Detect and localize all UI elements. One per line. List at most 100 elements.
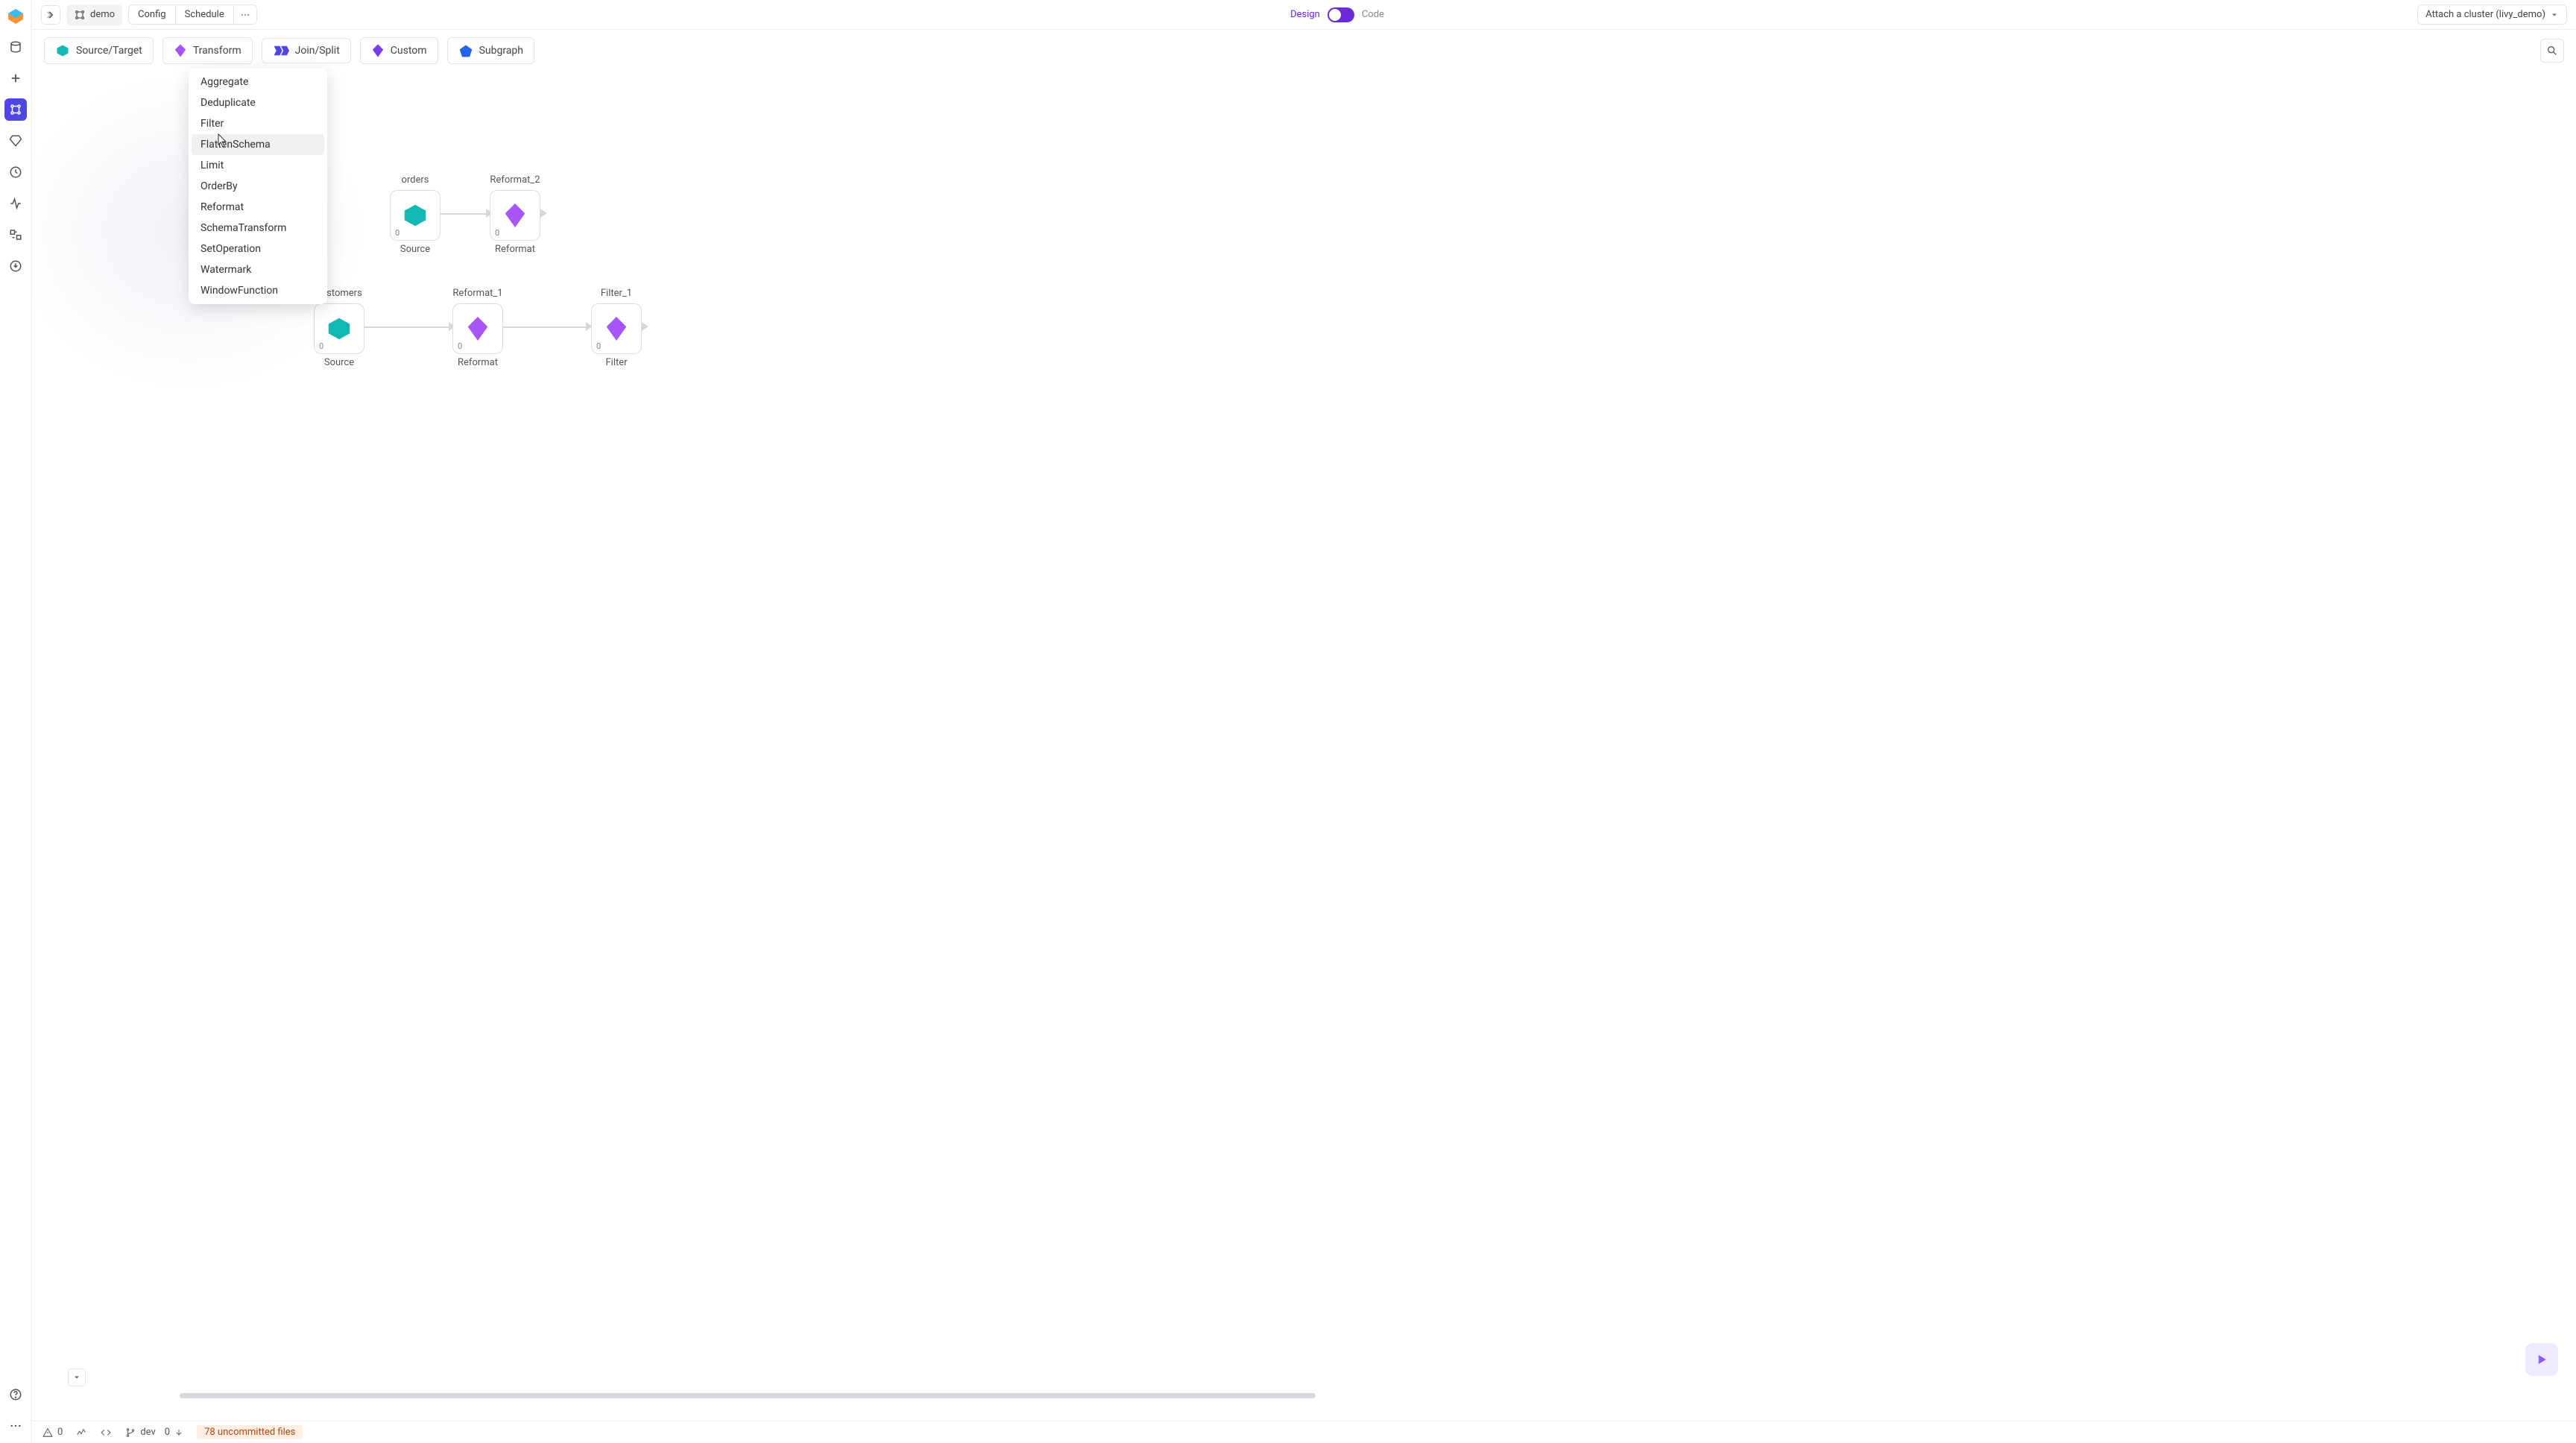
expand-sidebar-button[interactable] bbox=[41, 5, 60, 25]
rail-item-add-icon[interactable] bbox=[4, 67, 27, 89]
run-pipeline-button[interactable] bbox=[2525, 1343, 2558, 1376]
status-branch[interactable]: dev 0 bbox=[125, 1427, 183, 1438]
node-subtitle: Reformat bbox=[495, 244, 535, 255]
transform-menu-item[interactable]: Deduplicate bbox=[192, 92, 324, 113]
behind-count: 0 bbox=[165, 1427, 170, 1438]
sparkline-icon bbox=[76, 1427, 86, 1438]
pipeline-name-label: demo bbox=[90, 9, 115, 20]
transform-menu-item[interactable]: SchemaTransform bbox=[192, 218, 324, 239]
status-code[interactable] bbox=[100, 1427, 112, 1438]
node-count: 0 bbox=[596, 341, 601, 351]
app-logo-icon[interactable] bbox=[5, 6, 26, 27]
transform-menu-item[interactable]: WindowFunction bbox=[192, 280, 324, 301]
status-metrics[interactable] bbox=[76, 1427, 86, 1438]
rail-item-dataset-icon[interactable] bbox=[4, 36, 27, 58]
rail-item-compare-icon[interactable] bbox=[4, 224, 27, 246]
branch-name: dev bbox=[140, 1427, 155, 1438]
canvas-search-button[interactable] bbox=[2540, 39, 2564, 63]
node-subtitle: Reformat bbox=[458, 357, 498, 368]
status-errors[interactable]: 0 bbox=[42, 1427, 63, 1438]
gem-toolbar: Source/Target Transform Join/Split Custo… bbox=[32, 30, 2576, 72]
gem-custom-button[interactable]: Custom bbox=[360, 37, 438, 64]
node-title: Reformat_1 bbox=[452, 288, 502, 299]
tab-more-button[interactable] bbox=[234, 5, 256, 24]
tab-schedule[interactable]: Schedule bbox=[176, 5, 234, 24]
play-icon bbox=[2534, 1352, 2549, 1367]
left-rail bbox=[0, 0, 32, 1443]
scrollbar-thumb[interactable] bbox=[180, 1393, 1316, 1398]
node-subtitle: Source bbox=[400, 244, 430, 255]
tab-config[interactable]: Config bbox=[129, 5, 176, 24]
gem-join-split-button[interactable]: Join/Split bbox=[262, 38, 351, 63]
node-reformat-1[interactable]: Reformat_1 0 Reformat bbox=[452, 288, 503, 368]
node-subtitle: Source bbox=[324, 357, 354, 368]
config-schedule-segmented: Config Schedule bbox=[128, 4, 257, 25]
node-reformat-2[interactable]: Reformat_2 0 Reformat bbox=[490, 174, 540, 255]
attach-cluster-button[interactable]: Attach a cluster (livy_demo) bbox=[2417, 4, 2567, 25]
node-filter-1[interactable]: Filter_1 0 Filter bbox=[591, 288, 642, 368]
hexagon-icon bbox=[55, 43, 70, 58]
rail-item-more-icon[interactable] bbox=[4, 1415, 27, 1437]
rail-item-history-icon[interactable] bbox=[4, 161, 27, 183]
error-count: 0 bbox=[57, 1427, 63, 1438]
pipeline-name-chip[interactable]: demo bbox=[66, 4, 122, 25]
git-branch-icon bbox=[125, 1427, 136, 1438]
warning-icon bbox=[42, 1427, 53, 1438]
gem-subgraph-button[interactable]: Subgraph bbox=[447, 37, 534, 64]
status-bar: 0 dev 0 78 uncommitted files bbox=[32, 1421, 2576, 1443]
transform-menu-item[interactable]: FlattenSchema bbox=[192, 134, 324, 155]
code-icon bbox=[100, 1427, 112, 1438]
node-count: 0 bbox=[319, 341, 323, 351]
diamond-icon bbox=[174, 43, 187, 58]
transform-menu-item[interactable]: OrderBy bbox=[192, 176, 324, 197]
node-title: orders bbox=[401, 174, 429, 186]
chevron-down-icon bbox=[2550, 10, 2559, 19]
attach-cluster-label: Attach a cluster (livy_demo) bbox=[2425, 9, 2545, 20]
search-icon bbox=[2546, 45, 2558, 57]
chevron-down-icon bbox=[72, 1373, 81, 1382]
connector bbox=[503, 326, 590, 328]
gem-custom-label: Custom bbox=[391, 45, 427, 57]
canvas-expand-button[interactable] bbox=[68, 1368, 86, 1386]
transform-menu-item[interactable]: Reformat bbox=[192, 197, 324, 218]
port-arrow-icon bbox=[540, 209, 547, 218]
connector bbox=[441, 213, 490, 215]
gem-join-split-label: Join/Split bbox=[295, 45, 340, 57]
transform-dropdown: AggregateDeduplicateFilterFlattenSchemaL… bbox=[189, 69, 327, 304]
node-count: 0 bbox=[495, 228, 499, 238]
gem-transform-label: Transform bbox=[193, 45, 242, 57]
mode-design-label[interactable]: Design bbox=[1290, 9, 1320, 20]
pipeline-canvas[interactable]: orders 0 Source Reformat_2 0 Reformat bbox=[32, 72, 2576, 1421]
rail-item-help-icon[interactable] bbox=[4, 1383, 27, 1406]
mode-code-label[interactable]: Code bbox=[1362, 9, 1384, 20]
diamond-icon bbox=[371, 43, 385, 58]
node-subtitle: Filter bbox=[605, 357, 627, 368]
pentagon-icon bbox=[458, 43, 473, 58]
rail-item-gem-icon[interactable] bbox=[4, 130, 27, 152]
arrow-down-icon bbox=[174, 1428, 183, 1437]
transform-menu-item[interactable]: Limit bbox=[192, 155, 324, 176]
connector bbox=[364, 326, 452, 328]
uncommitted-files-pill[interactable]: 78 uncommitted files bbox=[197, 1425, 303, 1439]
node-count: 0 bbox=[395, 228, 400, 238]
node-title: Filter_1 bbox=[601, 288, 632, 299]
transform-menu-item[interactable]: SetOperation bbox=[192, 239, 324, 259]
node-count: 0 bbox=[458, 341, 462, 351]
node-title: Reformat_2 bbox=[490, 174, 540, 186]
gem-source-target-button[interactable]: Source/Target bbox=[44, 37, 154, 64]
chevron-pair-icon bbox=[273, 44, 289, 57]
rail-item-pipeline-icon[interactable] bbox=[4, 98, 27, 121]
gem-transform-button[interactable]: Transform bbox=[162, 37, 253, 64]
design-code-toggle[interactable] bbox=[1328, 7, 1354, 22]
port-arrow-icon bbox=[642, 322, 648, 331]
rail-item-activity-icon[interactable] bbox=[4, 192, 27, 215]
top-bar: demo Config Schedule Design Code Attach … bbox=[32, 0, 2576, 30]
transform-menu-item[interactable]: Watermark bbox=[192, 259, 324, 280]
transform-menu-item[interactable]: Aggregate bbox=[192, 72, 324, 92]
node-orders[interactable]: orders 0 Source bbox=[390, 174, 441, 255]
rail-item-download-icon[interactable] bbox=[4, 255, 27, 277]
gem-subgraph-label: Subgraph bbox=[479, 45, 523, 57]
transform-menu-item[interactable]: Filter bbox=[192, 113, 324, 134]
canvas-scrollbar[interactable] bbox=[180, 1393, 2546, 1398]
gem-source-target-label: Source/Target bbox=[76, 45, 142, 57]
